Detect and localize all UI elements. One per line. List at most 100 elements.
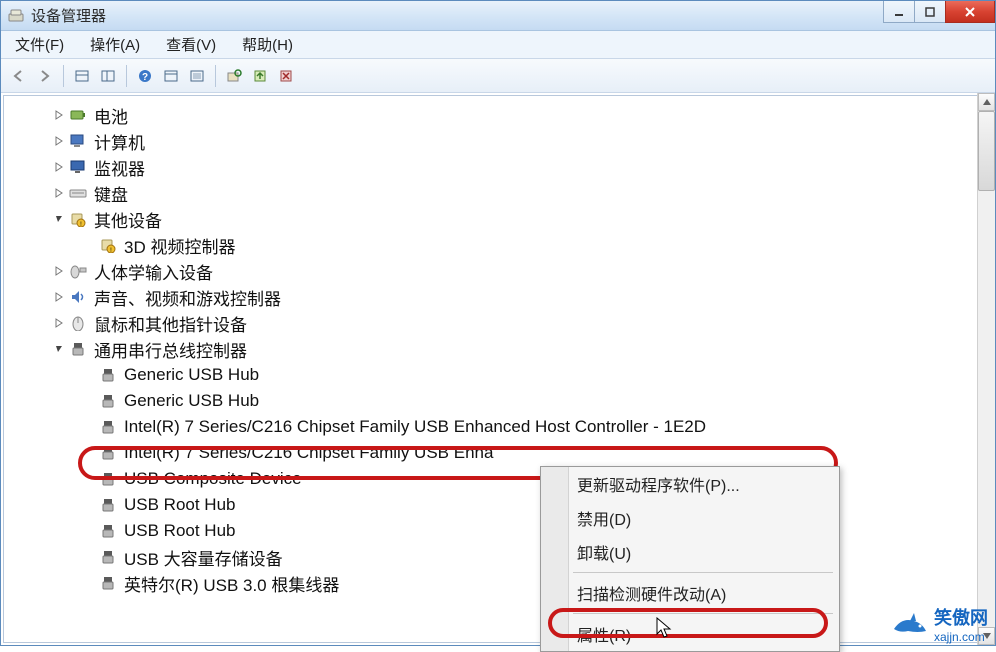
- expander-placeholder: [82, 576, 96, 590]
- tree-node[interactable]: Intel(R) 7 Series/C216 Chipset Family US…: [22, 440, 990, 466]
- tree-node-label: 其他设备: [94, 207, 162, 232]
- context-menu-disable[interactable]: 禁用(D): [541, 501, 839, 535]
- tree-node-label: 英特尔(R) USB 3.0 根集线器: [124, 571, 339, 596]
- tree-node[interactable]: 人体学输入设备: [22, 258, 990, 284]
- device-tree[interactable]: 电池计算机监视器键盘! 其他设备! 3D 视频控制器人体学输入设备声音、视频和游戏控…: [3, 95, 993, 643]
- warn-icon: !: [98, 236, 118, 254]
- expander-placeholder: [82, 368, 96, 382]
- usb-icon: [98, 392, 118, 410]
- tree-node[interactable]: Generic USB Hub: [22, 362, 990, 388]
- tree-node-label: USB Root Hub: [124, 495, 236, 515]
- usb-icon: [98, 470, 118, 488]
- tree-node-label: 声音、视频和游戏控制器: [94, 285, 281, 310]
- toolbar-separator: [215, 65, 216, 87]
- expander-placeholder: [82, 550, 96, 564]
- tree-node[interactable]: USB Composite Device: [22, 466, 990, 492]
- tree-node-label: Generic USB Hub: [124, 391, 259, 411]
- cursor-icon: [656, 617, 674, 644]
- menu-view[interactable]: 查看(V): [160, 31, 222, 58]
- expander-placeholder: [82, 420, 96, 434]
- tree-node[interactable]: 监视器: [22, 154, 990, 180]
- tree-node-label: Intel(R) 7 Series/C216 Chipset Family US…: [124, 443, 493, 463]
- update-driver-button[interactable]: [248, 64, 272, 88]
- collapse-icon[interactable]: [52, 212, 66, 226]
- scrollbar-thumb[interactable]: [978, 111, 995, 191]
- context-menu-uninstall[interactable]: 卸载(U): [541, 535, 839, 569]
- tree-node[interactable]: USB 大容量存储设备: [22, 544, 990, 570]
- tree-node[interactable]: ! 3D 视频控制器: [22, 232, 990, 258]
- uninstall-button[interactable]: [274, 64, 298, 88]
- app-icon: [7, 7, 25, 25]
- tree-node-label: 监视器: [94, 155, 145, 180]
- tree-node[interactable]: 鼠标和其他指针设备: [22, 310, 990, 336]
- window-controls: [884, 1, 995, 23]
- toolbar-view2-button[interactable]: [96, 64, 120, 88]
- minimize-button[interactable]: [883, 1, 915, 23]
- usb-icon: [98, 366, 118, 384]
- menu-help[interactable]: 帮助(H): [236, 31, 299, 58]
- back-button[interactable]: [7, 64, 31, 88]
- watermark-domain: xajjn.com: [934, 630, 988, 644]
- hid-icon: [68, 262, 88, 280]
- tree-node-label: 计算机: [94, 129, 145, 154]
- usb-icon: [98, 496, 118, 514]
- window-title: 设备管理器: [31, 5, 106, 26]
- menubar: 文件(F) 操作(A) 查看(V) 帮助(H): [1, 31, 995, 59]
- tree-node[interactable]: ! 其他设备: [22, 206, 990, 232]
- tree-node[interactable]: Intel(R) 7 Series/C216 Chipset Family US…: [22, 414, 990, 440]
- expand-icon[interactable]: [52, 108, 66, 122]
- context-menu-separator: [573, 613, 833, 614]
- tree-node-label: 3D 视频控制器: [124, 233, 235, 258]
- vertical-scrollbar[interactable]: [977, 93, 995, 645]
- expander-placeholder: [82, 524, 96, 538]
- toolbar-props-button[interactable]: [159, 64, 183, 88]
- titlebar[interactable]: 设备管理器: [1, 1, 995, 31]
- expander-placeholder: [82, 446, 96, 460]
- expander-placeholder: [82, 498, 96, 512]
- menu-file[interactable]: 文件(F): [9, 31, 70, 58]
- tree-node[interactable]: 计算机: [22, 128, 990, 154]
- battery-icon: [68, 106, 88, 124]
- tree-node-label: Intel(R) 7 Series/C216 Chipset Family US…: [124, 417, 706, 437]
- tree-node[interactable]: 电池: [22, 102, 990, 128]
- context-menu-update-driver[interactable]: 更新驱动程序软件(P)...: [541, 467, 839, 501]
- watermark: 笑傲网 xajjn.com: [890, 604, 988, 644]
- collapse-icon[interactable]: [52, 342, 66, 356]
- expand-icon[interactable]: [52, 134, 66, 148]
- watermark-name: 笑傲网: [934, 608, 988, 628]
- menu-action[interactable]: 操作(A): [84, 31, 146, 58]
- usb-icon: [98, 548, 118, 566]
- sound-icon: [68, 288, 88, 306]
- tree-node[interactable]: 键盘: [22, 180, 990, 206]
- tree-node[interactable]: 声音、视频和游戏控制器: [22, 284, 990, 310]
- expand-icon[interactable]: [52, 290, 66, 304]
- tree-node-label: Generic USB Hub: [124, 365, 259, 385]
- tree-node-label: USB Composite Device: [124, 469, 302, 489]
- toolbar-separator: [63, 65, 64, 87]
- toolbar: ?: [1, 59, 995, 93]
- context-menu: 更新驱动程序软件(P)... 禁用(D) 卸载(U) 扫描检测硬件改动(A) 属…: [540, 466, 840, 652]
- toolbar-refresh-button[interactable]: [185, 64, 209, 88]
- forward-button[interactable]: [33, 64, 57, 88]
- scroll-up-button[interactable]: [978, 93, 995, 111]
- scan-hardware-button[interactable]: [222, 64, 246, 88]
- tree-node-label: 鼠标和其他指针设备: [94, 311, 247, 336]
- tree-node[interactable]: 英特尔(R) USB 3.0 根集线器: [22, 570, 990, 596]
- expand-icon[interactable]: [52, 186, 66, 200]
- help-button[interactable]: ?: [133, 64, 157, 88]
- expand-icon[interactable]: [52, 160, 66, 174]
- context-menu-scan[interactable]: 扫描检测硬件改动(A): [541, 576, 839, 610]
- tree-node[interactable]: USB Root Hub: [22, 518, 990, 544]
- expand-icon[interactable]: [52, 316, 66, 330]
- tree-node[interactable]: 通用串行总线控制器: [22, 336, 990, 362]
- tree-node-label: USB 大容量存储设备: [124, 545, 283, 570]
- tree-node[interactable]: Generic USB Hub: [22, 388, 990, 414]
- close-button[interactable]: [945, 1, 995, 23]
- toolbar-view1-button[interactable]: [70, 64, 94, 88]
- other-icon: !: [68, 210, 88, 228]
- maximize-button[interactable]: [914, 1, 946, 23]
- scrollbar-track[interactable]: [978, 111, 995, 627]
- expand-icon[interactable]: [52, 264, 66, 278]
- device-manager-window: 设备管理器 文件(F) 操作(A) 查看(V) 帮助(H) ?: [0, 0, 996, 646]
- tree-node[interactable]: USB Root Hub: [22, 492, 990, 518]
